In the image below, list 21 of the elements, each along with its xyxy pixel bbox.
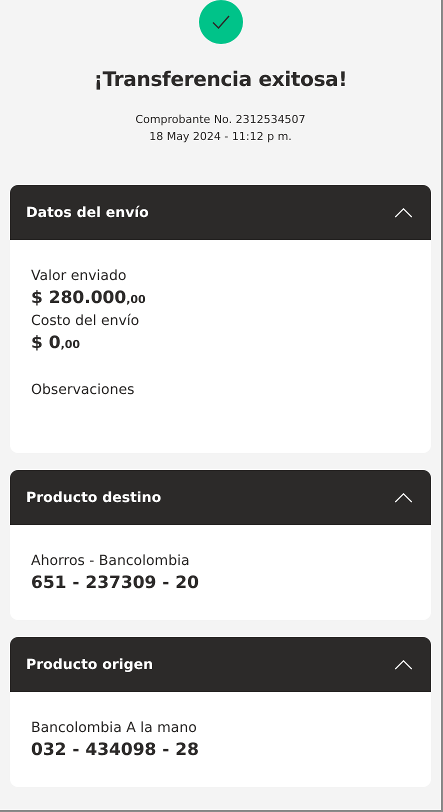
section-header[interactable]: Producto origen bbox=[10, 637, 431, 692]
receipt-datetime: 18 May 2024 - 11:12 p m. bbox=[149, 129, 292, 145]
section-header[interactable]: Producto destino bbox=[10, 470, 431, 525]
account-number: 032 - 434098 - 28 bbox=[31, 739, 200, 761]
field-label: Ahorros - Bancolombia bbox=[31, 552, 191, 571]
chevron-icon bbox=[394, 492, 413, 503]
field-label: Costo del envío bbox=[31, 312, 140, 331]
receipt-number: Comprobante No. 2312534507 bbox=[135, 112, 306, 128]
chevron-icon bbox=[394, 207, 413, 218]
chevron-icon bbox=[394, 659, 413, 670]
page-title: ¡Transferencia exitosa! bbox=[94, 66, 348, 92]
section-title: Datos del envío bbox=[26, 204, 149, 220]
field-label: Valor enviado bbox=[31, 267, 128, 286]
field-label: Bancolombia A la mano bbox=[31, 719, 198, 738]
section-title: Producto destino bbox=[26, 490, 162, 506]
field-label: Observaciones bbox=[31, 381, 136, 400]
section-header[interactable]: Datos del envío bbox=[10, 185, 431, 240]
amount-value: $ 0,00 bbox=[31, 332, 82, 355]
account-number: 651 - 237309 - 20 bbox=[31, 572, 200, 594]
amount-value: $ 280.000,00 bbox=[31, 287, 147, 310]
section-title: Producto origen bbox=[26, 656, 154, 672]
